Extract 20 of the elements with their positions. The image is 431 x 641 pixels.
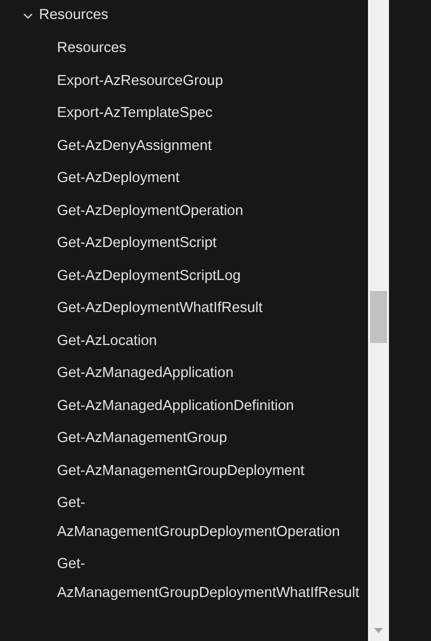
- tree-item-link[interactable]: Get-AzDeploymentScript: [0, 227, 368, 260]
- tree-item-link[interactable]: Get-AzManagementGroupDeploymentOperation: [0, 487, 368, 548]
- tree-item-link[interactable]: Get-AzManagedApplicationDefinition: [0, 390, 368, 422]
- tree-item-link[interactable]: Export-AzResourceGroup: [0, 64, 368, 97]
- tree-item-link[interactable]: Get-AzDeploymentScriptLog: [0, 260, 368, 292]
- tree-item-link[interactable]: Get-AzLocation: [0, 324, 368, 357]
- scrollbar-thumb[interactable]: [370, 291, 387, 343]
- tree-item-link[interactable]: Get-AzManagementGroupDeployment: [0, 454, 368, 487]
- tree-item-link[interactable]: Get-AzDeployment: [0, 162, 368, 194]
- scrollbar[interactable]: [368, 0, 389, 641]
- scroll-down-arrow-icon[interactable]: [374, 628, 383, 633]
- tree-item-link[interactable]: Get-AzManagementGroupDeploymentWhatIfResult: [0, 548, 368, 609]
- tree-node[interactable]: Resources: [39, 5, 108, 27]
- tree-item-link[interactable]: Resources: [0, 32, 368, 64]
- tree-item-link[interactable]: Get-AzDeploymentOperation: [0, 194, 368, 227]
- tree-item-link[interactable]: Get-AzManagementGroup: [0, 422, 368, 454]
- tree-item-link[interactable]: Get-AzDeploymentWhatIfResult: [0, 292, 368, 324]
- tree-item-link[interactable]: Get-AzDenyAssignment: [0, 130, 368, 162]
- tree-item-link[interactable]: Export-AzTemplateSpec: [0, 97, 368, 130]
- tree-item-link[interactable]: Get-AzManagedApplication: [0, 357, 368, 390]
